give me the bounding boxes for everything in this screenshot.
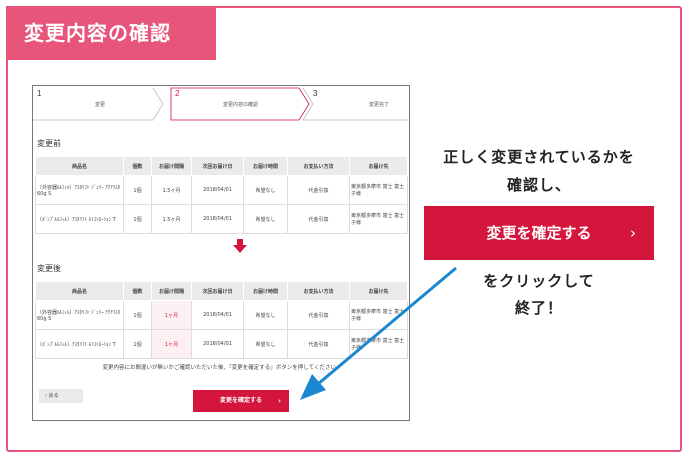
product-name: 〔外容器ﾙﾙﾌｨﾙ〕ｱｽﾀﾘﾌﾄ ｼﾞｪﾘｰ ｱｸｱﾘｽﾀ 60g S — [35, 300, 124, 330]
instruction-line-4: 終了！ — [514, 299, 563, 317]
large-button-label: 変更を確定する — [486, 224, 592, 242]
col-header: 商品名 — [35, 156, 124, 176]
interval: 1ヶ月 — [151, 329, 192, 359]
delivery-time: 希望なし — [243, 329, 288, 359]
col-header: お届け時間 — [243, 156, 288, 176]
next-date: 2018/04/01 — [191, 175, 244, 205]
product-name: 〔ﾎﾞﾝﾌﾟﾙﾙﾌｨﾙ〕ｱｽﾀﾘﾌﾄ ﾓｲｽﾄﾛｰｼｮﾝ T — [35, 204, 124, 234]
instruction-line-1: 正しく変更されているかを — [443, 148, 635, 166]
address: 東京都多摩市 富士 富士子様 — [349, 300, 408, 330]
chevron-right-icon: › — [278, 397, 281, 405]
back-button[interactable]: ‹ 戻る — [39, 389, 83, 403]
after-heading: 変更後 — [37, 264, 61, 273]
after-table: 商品名 個数 お届け間隔 次回お届け日 お届け時間 お支払い方法 お届け先 〔外… — [35, 281, 408, 359]
before-table: 商品名 個数 お届け間隔 次回お届け日 お届け時間 お支払い方法 お届け先 〔外… — [35, 156, 408, 234]
confirm-button-label: 変更を確定する — [219, 397, 262, 404]
confirmation-note: 変更内容にお間違いが無いかご確認いただいた後、「変更を確定する」ボタンを押してく… — [102, 365, 342, 371]
step-2-number: 2 — [175, 89, 180, 98]
payment: 代金引換 — [287, 300, 350, 330]
table-row: 〔ﾎﾞﾝﾌﾟﾙﾙﾌｨﾙ〕ｱｽﾀﾘﾌﾄ ﾓｲｽﾄﾛｰｼｮﾝ T 1個 1ヶ月 20… — [35, 329, 408, 359]
col-header: お支払い方法 — [287, 281, 350, 301]
next-date: 2018/04/01 — [191, 300, 244, 330]
table-row: 〔外容器ﾙﾙﾌｨﾙ〕ｱｽﾀﾘﾌﾄ ｼﾞｪﾘｰ ｱｸｱﾘｽﾀ 60g S 1個 1… — [35, 300, 408, 330]
product-name: 〔ﾎﾞﾝﾌﾟﾙﾙﾌｨﾙ〕ｱｽﾀﾘﾌﾄ ﾓｲｽﾄﾛｰｼｮﾝ T — [35, 329, 124, 359]
down-arrow-icon — [233, 239, 247, 253]
table-row: 〔ﾎﾞﾝﾌﾟﾙﾙﾌｨﾙ〕ｱｽﾀﾘﾌﾄ ﾓｲｽﾄﾛｰｼｮﾝ T 1個 1.5ヶ月 … — [35, 204, 408, 234]
col-header: 商品名 — [35, 281, 124, 301]
interval: 1.5ヶ月 — [151, 204, 192, 234]
product-name: 〔外容器ﾙﾙﾌｨﾙ〕ｱｽﾀﾘﾌﾄ ｼﾞｪﾘｰ ｱｸｱﾘｽﾀ 60g S — [35, 175, 124, 205]
col-header: お届け先 — [349, 281, 408, 301]
address: 東京都多摩市 富士 富士子様 — [349, 175, 408, 205]
instruction-line-3: をクリックして — [483, 272, 595, 290]
address: 東京都多摩市 富士 富士子様 — [349, 329, 408, 359]
step-3-label: 変更完了 — [369, 102, 390, 108]
page-title: 変更内容の確認 — [6, 6, 216, 60]
table-row: 〔外容器ﾙﾙﾌｨﾙ〕ｱｽﾀﾘﾌﾄ ｼﾞｪﾘｰ ｱｸｱﾘｽﾀ 60g S 1個 1… — [35, 175, 408, 205]
step-1-number: 1 — [37, 89, 42, 98]
screenshot-panel: 1 変更 2 変更内容の確認 3 変更完了 変更前 商品名 個数 お届け間隔 次… — [32, 85, 410, 421]
col-header: お支払い方法 — [287, 156, 350, 176]
interval: 1ヶ月 — [151, 300, 192, 330]
payment: 代金引換 — [287, 204, 350, 234]
delivery-time: 希望なし — [243, 175, 288, 205]
quantity: 1個 — [123, 175, 152, 205]
confirm-change-large-button[interactable]: 変更を確定する › — [424, 206, 654, 260]
delivery-time: 希望なし — [243, 300, 288, 330]
col-header: 次回お届け日 — [191, 156, 244, 176]
step-3-number: 3 — [313, 89, 318, 98]
payment: 代金引換 — [287, 175, 350, 205]
col-header: お届け間隔 — [151, 156, 192, 176]
next-date: 2018/04/01 — [191, 204, 244, 234]
step-1-label: 変更 — [95, 102, 106, 108]
confirm-change-button[interactable]: 変更を確定する › — [193, 390, 289, 412]
col-header: お届け時間 — [243, 281, 288, 301]
col-header: 個数 — [123, 281, 152, 301]
interval: 1.5ヶ月 — [151, 175, 192, 205]
quantity: 1個 — [123, 329, 152, 359]
delivery-time: 希望なし — [243, 204, 288, 234]
col-header: お届け間隔 — [151, 281, 192, 301]
step-indicator — [33, 87, 409, 121]
quantity: 1個 — [123, 204, 152, 234]
chevron-right-icon: › — [630, 224, 636, 242]
address: 東京都多摩市 富士 富士子様 — [349, 204, 408, 234]
instruction-line-2: 確認し、 — [506, 176, 571, 194]
col-header: 個数 — [123, 156, 152, 176]
step-2-label: 変更内容の確認 — [223, 102, 259, 108]
payment: 代金引換 — [287, 329, 350, 359]
col-header: 次回お届け日 — [191, 281, 244, 301]
col-header: お届け先 — [349, 156, 408, 176]
next-date: 2018/04/01 — [191, 329, 244, 359]
back-button-label: 戻る — [48, 393, 59, 399]
before-heading: 変更前 — [37, 139, 61, 148]
quantity: 1個 — [123, 300, 152, 330]
